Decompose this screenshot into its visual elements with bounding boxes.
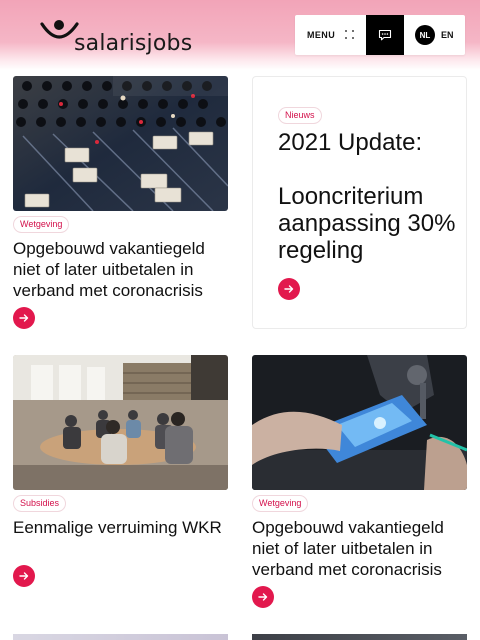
category-tag[interactable]: Wetgeving [13,216,70,233]
microscope-lab-image [252,355,467,490]
arrow-right-icon [284,285,294,293]
brand-name: salarisjobs [74,31,193,56]
mixing-console-image [13,76,228,211]
chat-button[interactable] [366,15,404,55]
grid-dots-icon [345,30,355,40]
read-more-button[interactable] [13,565,35,587]
news-title[interactable]: 2021 Update: Looncriterium aanpassing 30… [278,129,463,264]
next-card-image [252,634,467,640]
arrow-right-icon [19,572,29,580]
article-card[interactable]: Wetgeving Opgebouwd vakantiegeld niet of… [13,76,228,331]
read-more-button[interactable] [252,586,274,608]
arrow-right-icon [258,593,268,601]
read-more-button[interactable] [13,307,35,329]
article-card[interactable]: Subsidies Eenmalige verruiming WKR [13,355,228,590]
article-title[interactable]: Eenmalige verruiming WKR [13,517,228,538]
category-tag[interactable]: Subsidies [13,495,67,512]
article-title[interactable]: Opgebouwd vakantiegeld niet of later uit… [252,517,467,580]
site-header: salarisjobs MENU NL EN [0,0,480,70]
office-meeting-image [13,355,228,490]
menu-label: MENU [307,30,336,40]
menu-button[interactable]: MENU [295,15,366,55]
lang-en-button[interactable]: EN [441,30,454,40]
article-title[interactable]: Opgebouwd vakantiegeld niet of later uit… [13,238,228,301]
read-more-button[interactable] [278,278,300,300]
category-tag[interactable]: Nieuws [278,107,322,124]
arrow-right-icon [19,314,29,322]
top-navigation: MENU NL EN [295,15,465,55]
category-tag[interactable]: Wetgeving [252,495,309,512]
language-switcher: NL EN [404,25,454,45]
next-card-image [13,634,228,640]
article-card[interactable]: Wetgeving Opgebouwd vakantiegeld niet of… [252,355,467,611]
lang-nl-button[interactable]: NL [415,25,435,45]
chat-bubble-icon [378,29,392,41]
salarisjobs-logo[interactable]: salarisjobs [40,16,192,56]
news-card[interactable]: Nieuws 2021 Update: Looncriterium aanpas… [252,76,467,329]
